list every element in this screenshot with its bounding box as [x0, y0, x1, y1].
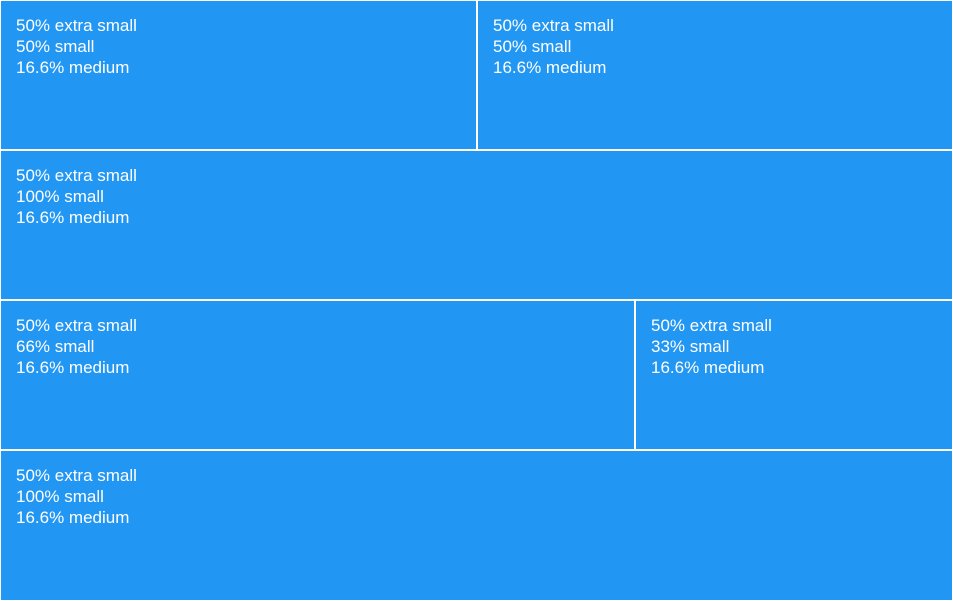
grid-row-1: 50% extra small 50% small 16.6% medium 5… — [0, 0, 953, 150]
grid-cell: 50% extra small 33% small 16.6% medium — [635, 300, 953, 450]
cell-extra-small-label: 50% extra small — [16, 466, 137, 485]
grid-row-4: 50% extra small 100% small 16.6% medium — [0, 450, 953, 601]
cell-extra-small-label: 50% extra small — [16, 166, 137, 185]
cell-extra-small-label: 50% extra small — [16, 16, 137, 35]
grid-cell: 50% extra small 66% small 16.6% medium — [0, 300, 635, 450]
cell-medium-label: 16.6% medium — [16, 358, 130, 377]
grid-row-2: 50% extra small 100% small 16.6% medium — [0, 150, 953, 300]
grid-row-3: 50% extra small 66% small 16.6% medium 5… — [0, 300, 953, 450]
cell-medium-label: 16.6% medium — [16, 508, 130, 527]
cell-extra-small-label: 50% extra small — [651, 316, 772, 335]
cell-medium-label: 16.6% medium — [16, 208, 130, 227]
grid-cell: 50% extra small 100% small 16.6% medium — [0, 150, 953, 300]
cell-small-label: 50% small — [493, 37, 572, 56]
cell-small-label: 33% small — [651, 337, 730, 356]
cell-small-label: 100% small — [16, 487, 104, 506]
cell-small-label: 66% small — [16, 337, 95, 356]
grid-cell: 50% extra small 50% small 16.6% medium — [477, 0, 953, 150]
grid-cell: 50% extra small 100% small 16.6% medium — [0, 450, 953, 601]
cell-medium-label: 16.6% medium — [651, 358, 765, 377]
cell-medium-label: 16.6% medium — [493, 58, 607, 77]
cell-extra-small-label: 50% extra small — [493, 16, 614, 35]
cell-medium-label: 16.6% medium — [16, 58, 130, 77]
cell-small-label: 100% small — [16, 187, 104, 206]
cell-small-label: 50% small — [16, 37, 95, 56]
responsive-grid: 50% extra small 50% small 16.6% medium 5… — [0, 0, 953, 601]
cell-extra-small-label: 50% extra small — [16, 316, 137, 335]
grid-cell: 50% extra small 50% small 16.6% medium — [0, 0, 477, 150]
